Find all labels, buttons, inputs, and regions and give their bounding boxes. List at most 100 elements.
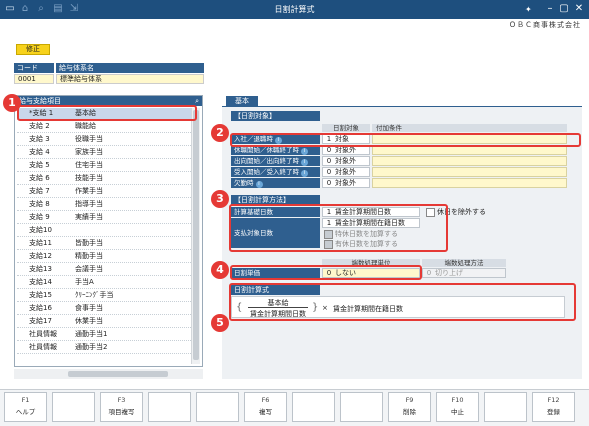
item-name: 手当A (75, 278, 94, 286)
list-item[interactable]: 支給11 皆勤手当 (17, 238, 191, 250)
condition-field[interactable] (372, 167, 567, 177)
item-code: 支給 8 (29, 200, 50, 208)
row-num: 0 (326, 168, 332, 176)
col-method-header: 端数処理方法 (422, 259, 506, 267)
target-row-label: 欠勤時 i (231, 178, 320, 188)
badge-1: 1 (3, 94, 21, 112)
fkey-label: 中止 (451, 408, 464, 416)
panel-title: 給与支給項目 (19, 97, 61, 105)
list-item[interactable]: 社員情報 通勤手当2 (17, 342, 191, 354)
function-key-8[interactable] (340, 392, 383, 422)
item-name: 役職手当 (75, 135, 103, 143)
row-num: 0 (326, 157, 332, 165)
list-item[interactable]: 支給16 食事手当 (17, 303, 191, 315)
fkey-label: 項目複写 (108, 408, 135, 416)
list-item[interactable]: 支給10 (17, 225, 191, 237)
info-icon[interactable]: i (301, 148, 308, 155)
item-name: 皆勤手当 (75, 239, 103, 247)
tab-basic[interactable]: 基本 (226, 96, 258, 106)
function-key-7[interactable] (292, 392, 335, 422)
window-title: 日割計算式 (274, 5, 315, 14)
maximize-button[interactable]: ▢ (557, 2, 571, 16)
row-num: 0 (326, 146, 332, 154)
list-item[interactable]: 支給 6 技能手当 (17, 173, 191, 185)
item-name: 通勤手当2 (75, 343, 108, 351)
name-header: 給与体系名 (56, 63, 204, 73)
fkey-code: F6 (261, 396, 270, 404)
function-key-12[interactable]: F12 登録 (532, 392, 575, 422)
minimize-button[interactable]: – (543, 2, 557, 16)
item-code: 支給 5 (29, 161, 50, 169)
title-bar: ▭ ⌂ ⌕ ▤ ⇲ 日割計算式 ✦ – ▢ ✕ (0, 0, 589, 19)
badge-3: 3 (211, 190, 229, 208)
function-key-1[interactable]: F1 ヘルプ (4, 392, 47, 422)
item-code: 支給15 (29, 291, 52, 299)
function-key-10[interactable]: F10 中止 (436, 392, 479, 422)
item-name: 職能給 (75, 122, 96, 130)
function-key-4[interactable] (148, 392, 191, 422)
highlight-box-3 (229, 204, 448, 252)
condition-field[interactable] (372, 178, 567, 188)
info-icon[interactable]: i (255, 181, 263, 188)
highlight-box-2 (230, 133, 581, 147)
badge-2: 2 (211, 124, 229, 142)
info-icon[interactable]: i (301, 170, 308, 177)
fkey-code: F1 (21, 396, 30, 404)
item-code: 支給 3 (29, 135, 50, 143)
scroll-thumb[interactable] (68, 371, 168, 377)
rounding-method-value: 切り上げ (435, 269, 463, 277)
vertical-scrollbar[interactable] (191, 108, 200, 364)
condition-field[interactable] (372, 156, 567, 166)
item-code: 社員情報 (29, 330, 57, 338)
rounding-method-field[interactable]: 0 切り上げ (422, 268, 506, 278)
code-value[interactable]: 0001 (14, 74, 54, 84)
list-item[interactable]: 支給 3 役職手当 (17, 134, 191, 146)
close-button[interactable]: ✕ (572, 2, 586, 16)
horizontal-scrollbar[interactable] (14, 369, 203, 379)
item-name: 精勤手当 (75, 252, 103, 260)
list-item[interactable]: 支給 4 家族手当 (17, 147, 191, 159)
item-code: 支給13 (29, 265, 52, 273)
list-item[interactable]: 支給17 休業手当 (17, 316, 191, 328)
function-key-11[interactable] (484, 392, 527, 422)
target-row-field[interactable]: 0 対象外 (322, 167, 370, 177)
function-key-6[interactable]: F6 複写 (244, 392, 287, 422)
item-name: 会議手当 (75, 265, 103, 273)
col-target-header: 日割対象 (322, 124, 370, 132)
list-item[interactable]: 支給 7 作業手当 (17, 186, 191, 198)
item-name: 住宅手当 (75, 161, 103, 169)
list-item[interactable]: 社員情報 通勤手当1 (17, 329, 191, 341)
function-key-3[interactable]: F3 項目複写 (100, 392, 143, 422)
item-code: 社員情報 (29, 343, 57, 351)
row-label-text: 出向開始／出向終了時 (234, 157, 299, 165)
target-row-field[interactable]: 0 対象外 (322, 178, 370, 188)
row-value: 対象外 (335, 157, 356, 165)
target-row-field[interactable]: 0 対象外 (322, 156, 370, 166)
info-icon[interactable]: i (301, 159, 308, 166)
item-name: 実績手当 (75, 213, 103, 221)
highlight-box-1 (17, 105, 197, 121)
function-key-5[interactable] (196, 392, 239, 422)
highlight-box-5 (229, 283, 576, 321)
fkey-label: 登録 (547, 408, 560, 416)
list-item[interactable]: 支給 9 実績手当 (17, 212, 191, 224)
list-item[interactable]: 支給13 会議手当 (17, 264, 191, 276)
target-row-label: 出向開始／出向終了時 i (231, 156, 320, 166)
list-item[interactable]: 支給14 手当A (17, 277, 191, 289)
item-code: 支給 6 (29, 174, 50, 182)
function-key-2[interactable] (52, 392, 95, 422)
item-code: 支給 9 (29, 213, 50, 221)
list-item[interactable]: 支給15 ｸﾘｰﾆﾝｸﾞ手当 (17, 290, 191, 302)
item-code: 支給12 (29, 252, 52, 260)
list-item[interactable]: 支給 5 住宅手当 (17, 160, 191, 172)
item-name: ｸﾘｰﾆﾝｸﾞ手当 (75, 291, 114, 299)
item-name: 家族手当 (75, 148, 103, 156)
scroll-thumb[interactable] (193, 110, 199, 360)
list-item[interactable]: 支給 2 職能給 (17, 121, 191, 133)
badge-4: 4 (211, 261, 229, 279)
list-item[interactable]: 支給 8 指導手当 (17, 199, 191, 211)
list-item[interactable]: 支給12 精勤手当 (17, 251, 191, 263)
function-key-9[interactable]: F9 削除 (388, 392, 431, 422)
section-target-title: 【日割対象】 (231, 111, 320, 121)
fkey-label: ヘルプ (15, 408, 36, 416)
